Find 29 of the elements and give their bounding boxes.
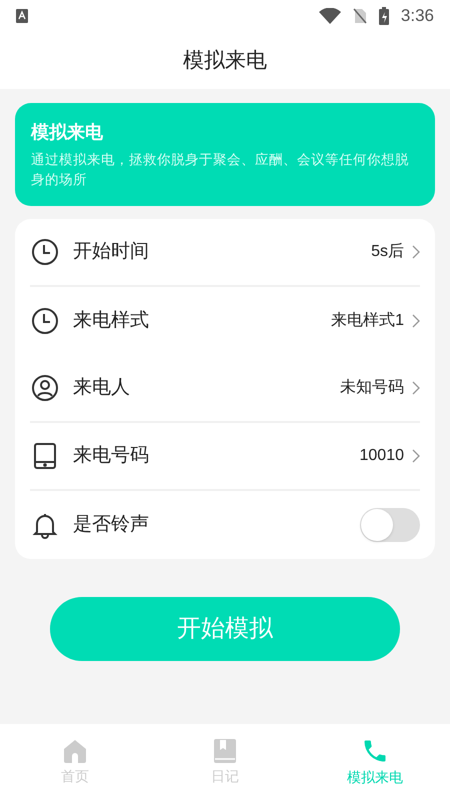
setting-value[interactable]: 5s后 [371, 240, 404, 264]
wifi-icon [318, 8, 341, 24]
keyboard-icon [16, 9, 28, 23]
clock-icon [31, 307, 59, 335]
user-icon [31, 374, 59, 402]
chevron-right-icon [412, 381, 420, 395]
home-icon [62, 738, 88, 764]
setting-label: 来电号码 [73, 444, 150, 468]
setting-label: 来电样式 [73, 308, 150, 333]
status-time: 3:36 [400, 5, 434, 28]
book-icon [213, 738, 237, 764]
setting-label: 开始时间 [73, 240, 150, 264]
chevron-right-icon [412, 314, 420, 328]
page-title: 模拟来电 [183, 48, 267, 74]
setting-value[interactable]: 来电样式1 [331, 309, 404, 333]
battery-charging-icon [378, 7, 389, 25]
banner-title: 模拟来电 [31, 121, 104, 144]
banner-description: 通过模拟来电，拯救你脱身于聚会、应酬、会议等任何你想脱身的场所 [31, 151, 410, 189]
tablet-icon [33, 442, 57, 470]
chevron-right-icon [412, 245, 420, 259]
clock-icon [31, 238, 59, 266]
setting-value[interactable]: 10010 [360, 444, 404, 468]
setting-label: 是否铃声 [73, 512, 150, 537]
setting-label: 来电人 [73, 376, 131, 400]
chevron-right-icon [412, 449, 420, 463]
ringtone-switch[interactable] [360, 508, 420, 542]
no-sim-icon [352, 8, 367, 24]
bell-icon [31, 511, 59, 539]
setting-value[interactable]: 未知号码 [340, 376, 404, 400]
